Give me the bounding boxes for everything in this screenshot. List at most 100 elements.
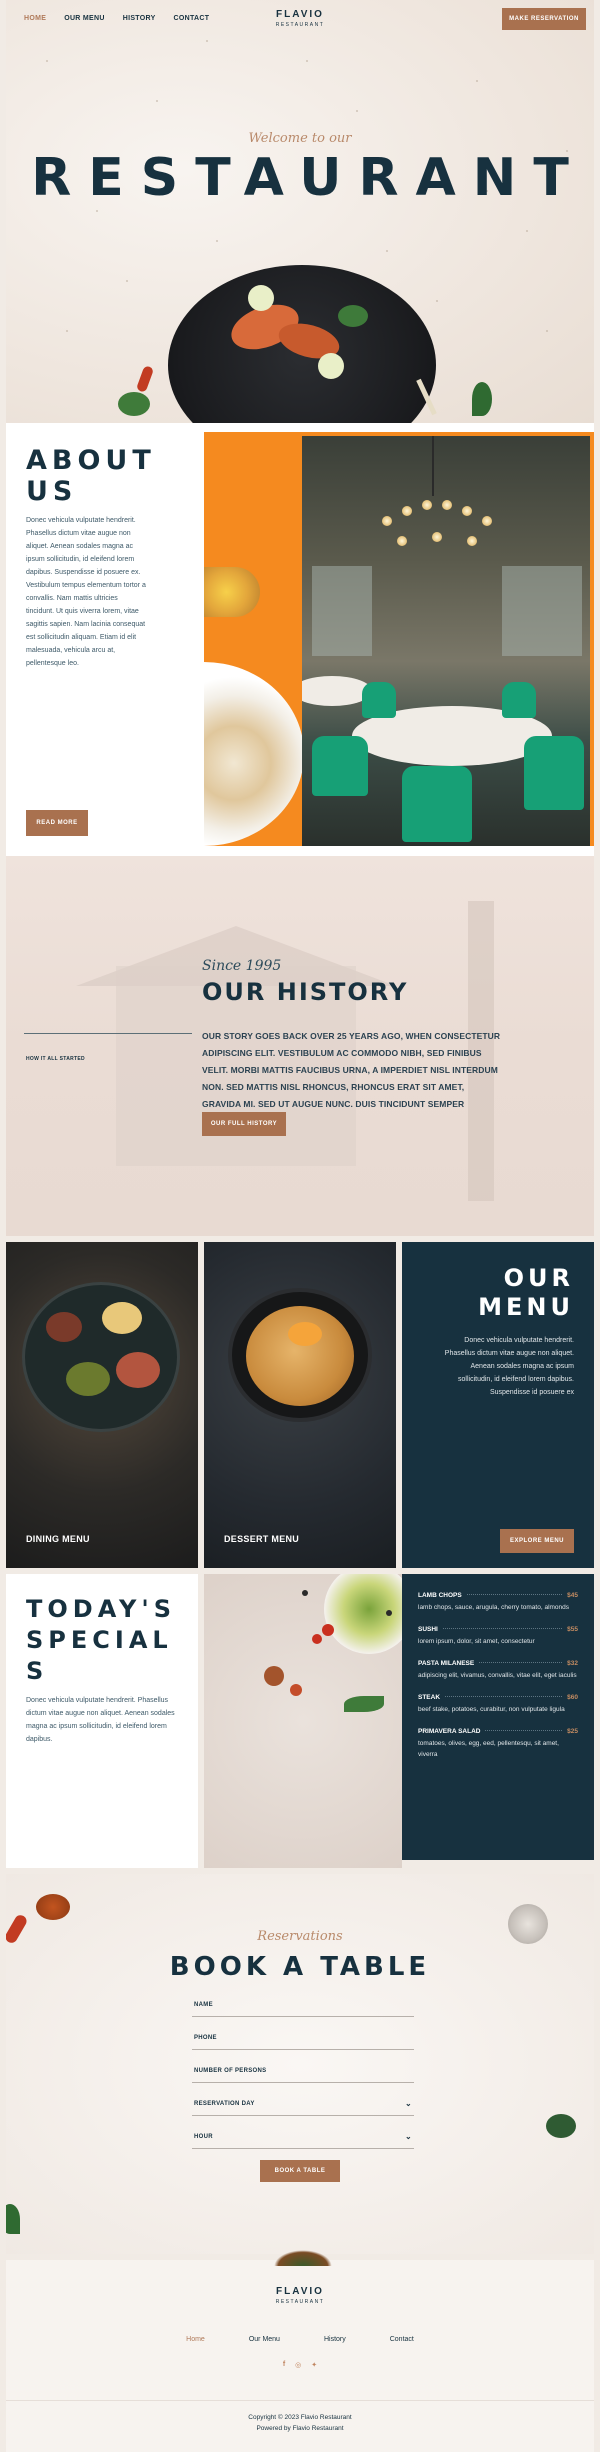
booking-eyebrow: Reservations xyxy=(257,1929,343,1944)
herb-decor xyxy=(118,392,150,416)
footer-link-home[interactable]: Home xyxy=(186,2336,205,2343)
texture-speck xyxy=(96,210,98,212)
bulb-shape xyxy=(397,536,407,546)
dotted-leader xyxy=(445,1696,563,1697)
spice-pile-shape xyxy=(290,1684,302,1696)
dessert-menu-card[interactable]: DESSERT MENU xyxy=(204,1242,396,1568)
hero-dish-image xyxy=(168,265,436,423)
logo[interactable]: FLAVIO RESTAURANT xyxy=(270,9,330,28)
menu-item-price: $32 xyxy=(567,1660,578,1667)
herb-decor xyxy=(546,2114,576,2138)
instagram-icon[interactable]: ◎ xyxy=(295,2361,301,2369)
specials-title-line2: SPECIAL xyxy=(26,1626,173,1654)
specials-intro: TODAY'S SPECIAL S Donec vehicula vulputa… xyxy=(6,1574,198,1868)
texture-speck xyxy=(46,60,48,62)
make-reservation-button[interactable]: MAKE RESERVATION xyxy=(502,8,586,30)
olive-shape xyxy=(66,1362,110,1396)
phone-field[interactable]: PHONE xyxy=(192,2028,414,2050)
footer-logo[interactable]: FLAVIO RESTAURANT xyxy=(270,2286,330,2305)
salad-bowl-decor xyxy=(274,2250,332,2266)
chevron-down-icon: ⌄ xyxy=(404,2099,412,2108)
texture-speck xyxy=(66,330,68,332)
our-menu-title-line1: OUR xyxy=(503,1264,574,1292)
dotted-leader xyxy=(485,1730,563,1731)
herb-shape xyxy=(344,1696,384,1712)
window-shape xyxy=(312,566,372,656)
top-nav: HOME OUR MENU HISTORY CONTACT FLAVIO RES… xyxy=(6,0,594,40)
persons-field-label: NUMBER OF PERSONS xyxy=(194,2068,267,2074)
our-menu-text: Donec vehicula vulputate hendrerit. Phas… xyxy=(444,1337,574,1396)
lemon-bowl xyxy=(204,567,260,617)
our-menu-panel: OUR MENU Donec vehicula vulputate hendre… xyxy=(402,1242,594,1568)
menu-item: PRIMAVERA SALAD $25 tomatoes, olives, egg… xyxy=(418,1728,578,1760)
name-field-label: NAME xyxy=(194,2002,213,2008)
specials-title-line1: TODAY'S xyxy=(26,1595,176,1623)
leaf-decor xyxy=(6,2204,20,2234)
ham-shape xyxy=(116,1352,160,1388)
spice-pile-shape xyxy=(264,1666,284,1686)
specials-title: TODAY'S SPECIAL S xyxy=(26,1594,186,1687)
dining-menu-card[interactable]: DINING MENU xyxy=(6,1242,198,1568)
nav-contact[interactable]: CONTACT xyxy=(174,15,210,22)
menu-item-desc: lamb chops, sauce, arugula, cherry tomat… xyxy=(418,1604,570,1611)
menu-item-name: SUSHI xyxy=(418,1626,438,1633)
menu-item: SUSHI $55 lorem ipsum, dolor, sit amet, c… xyxy=(418,1626,578,1647)
booking-title: BOOK A TABLE xyxy=(169,1952,431,1982)
reservation-day-label: RESERVATION DAY xyxy=(194,2101,255,2107)
facebook-icon[interactable]: f xyxy=(283,2361,285,2369)
hour-select[interactable]: HOUR ⌄ xyxy=(192,2127,414,2149)
twitter-icon[interactable]: ✦ xyxy=(311,2361,317,2369)
explore-menu-button[interactable]: EXPLORE MENU xyxy=(500,1529,574,1553)
menu-item: STEAK $60 beef stake, potatoes, curabitur… xyxy=(418,1694,578,1715)
read-more-button[interactable]: READ MORE xyxy=(26,810,88,836)
bulb-shape xyxy=(462,506,472,516)
menu-item-desc: beef stake, potatoes, curabitur, non vul… xyxy=(418,1706,565,1713)
footer-nav: Home Our Menu History Contact xyxy=(6,2336,594,2343)
platter-shape xyxy=(22,1282,180,1432)
about-title-line1: ABOUT xyxy=(26,445,156,476)
lime-slice xyxy=(318,353,344,379)
texture-speck xyxy=(476,80,478,82)
history-divider xyxy=(24,1033,192,1034)
herb-leaf xyxy=(338,305,368,327)
chevron-down-icon: ⌄ xyxy=(404,2132,412,2141)
fig-shape xyxy=(46,1312,82,1342)
about-title-line2: US xyxy=(26,476,78,507)
menu-item-desc: adipiscing elit, vivamus, convallis, vit… xyxy=(418,1672,577,1679)
menu-item-name: LAMB CHOPS xyxy=(418,1592,462,1599)
texture-speck xyxy=(356,110,358,112)
chair-shape xyxy=(502,682,536,718)
persons-field[interactable]: NUMBER OF PERSONS xyxy=(192,2061,414,2083)
booking-section: Reservations BOOK A TABLE NAME PHONE NUM… xyxy=(6,1874,594,2254)
about-text: Donec vehicula vulputate hendrerit. Phas… xyxy=(26,517,146,667)
footer-link-history[interactable]: History xyxy=(324,2336,346,2343)
cheese-shape xyxy=(102,1302,142,1334)
copyright-text: Copyright © 2023 Flavio Restaurant xyxy=(248,2414,352,2421)
page: HOME OUR MENU HISTORY CONTACT FLAVIO RES… xyxy=(0,0,600,2452)
nav-our-menu[interactable]: OUR MENU xyxy=(64,15,105,22)
peppercorn-shape xyxy=(386,1610,392,1616)
dotted-leader xyxy=(479,1662,563,1663)
menu-item-desc: tomatoes, olives, egg, eed, pellentesqu,… xyxy=(418,1740,559,1758)
nav-history[interactable]: HISTORY xyxy=(123,15,156,22)
menu-item-price: $55 xyxy=(567,1626,578,1633)
pancake-shape xyxy=(246,1306,354,1406)
history-section: Since 1995 OUR HISTORY HOW IT ALL STARTE… xyxy=(6,856,594,1236)
name-field[interactable]: NAME xyxy=(192,1995,414,2017)
footer-link-contact[interactable]: Contact xyxy=(390,2336,414,2343)
chili-decor xyxy=(135,365,155,393)
about-section: ABOUT US Donec vehicula vulputate hendre… xyxy=(6,423,594,856)
our-full-history-button[interactable]: OUR FULL HISTORY xyxy=(202,1112,286,1136)
tomato-shape xyxy=(322,1624,334,1636)
reservation-day-select[interactable]: RESERVATION DAY ⌄ xyxy=(192,2094,414,2116)
our-menu-title-line2: MENU xyxy=(478,1293,574,1321)
footer-link-our-menu[interactable]: Our Menu xyxy=(249,2336,280,2343)
menu-item: PASTA MILANESE $32 adipiscing elit, vivam… xyxy=(418,1660,578,1681)
book-a-table-button[interactable]: BOOK A TABLE xyxy=(260,2160,340,2182)
texture-speck xyxy=(126,280,128,282)
nav-home[interactable]: HOME xyxy=(24,15,46,22)
powered-by-text: Powered by Flavio Restaurant xyxy=(256,2425,344,2432)
texture-speck xyxy=(156,100,158,102)
menu-item-price: $25 xyxy=(567,1728,578,1735)
texture-speck xyxy=(436,300,438,302)
